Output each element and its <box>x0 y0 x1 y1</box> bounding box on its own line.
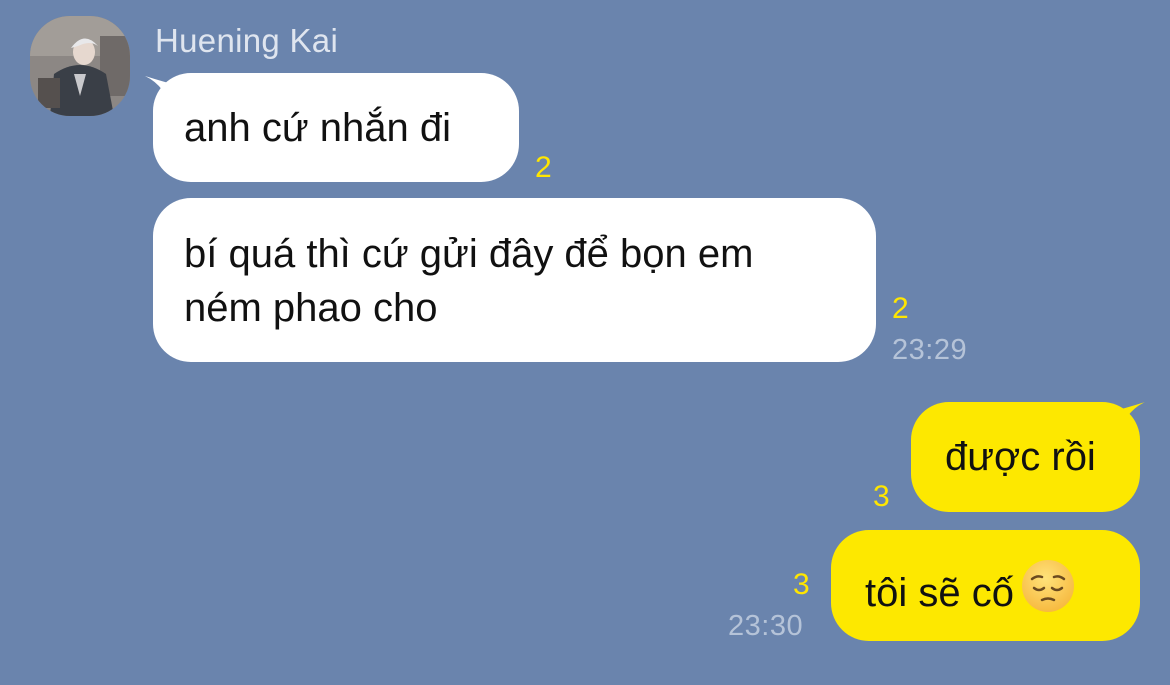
read-count: 2 <box>892 292 909 325</box>
read-count: 3 <box>793 568 810 601</box>
message-bubble-outgoing[interactable]: được rồi <box>911 402 1140 512</box>
message-bubble-incoming[interactable]: anh cứ nhắn đi <box>153 73 519 182</box>
message-bubble-incoming[interactable]: bí quá thì cứ gửi đây để bọn em ném phao… <box>153 198 876 362</box>
message-text: anh cứ nhắn đi <box>184 106 451 150</box>
message-text: tôi sẽ cố <box>865 571 1014 615</box>
read-count: 3 <box>873 480 890 513</box>
read-count: 2 <box>535 151 552 184</box>
message-timestamp: 23:30 <box>728 610 804 642</box>
sender-name: Huening Kai <box>155 22 339 59</box>
message-text: được rồi <box>945 435 1096 479</box>
message-text-line: ném phao cho <box>184 286 438 330</box>
pensive-face-icon <box>1020 558 1076 628</box>
message-bubble-outgoing[interactable]: tôi sẽ cố <box>831 530 1140 641</box>
message-text-line: bí quá thì cứ gửi đây để bọn em <box>184 232 754 276</box>
message-timestamp: 23:29 <box>892 334 968 366</box>
sender-avatar[interactable] <box>30 16 130 116</box>
avatar-photo-icon <box>30 16 130 116</box>
